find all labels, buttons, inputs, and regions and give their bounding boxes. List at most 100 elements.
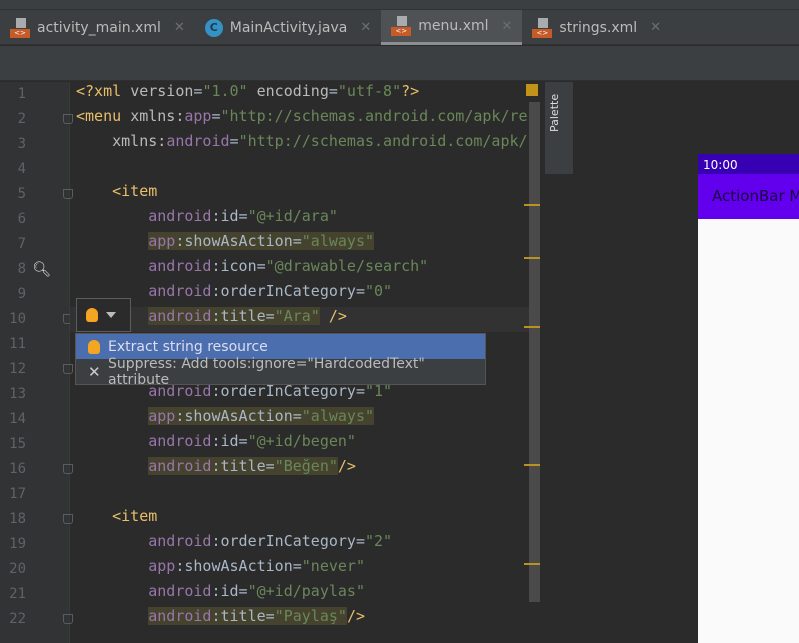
code-token: :title= (211, 307, 275, 325)
code-token: :id= (211, 432, 248, 450)
code-token: xmlns: (130, 107, 185, 125)
code-token: "Paylaş" (274, 607, 347, 625)
code-line: app:showAsAction="always" (76, 232, 375, 257)
warning-marker[interactable] (524, 326, 540, 328)
close-tab-icon[interactable]: ✕ (650, 20, 661, 35)
line-number: 6 (17, 211, 26, 227)
tab-label: activity_main.xml (37, 19, 161, 36)
warning-marker[interactable] (524, 563, 540, 565)
line-number: 9 (17, 286, 26, 302)
code-token: xmlns: (112, 132, 167, 150)
palette-panel-tab[interactable]: Palette (545, 82, 573, 174)
close-tab-icon[interactable]: ✕ (502, 19, 513, 34)
code-token: :orderInCategory= (211, 282, 365, 300)
code-token: <item (112, 507, 158, 525)
code-line: app:showAsAction="always" (76, 407, 375, 432)
warning-indicator-icon[interactable] (526, 84, 538, 96)
tab-mainactivity-java[interactable]: C MainActivity.java ✕ (195, 10, 381, 45)
line-number: 22 (9, 611, 26, 627)
code-token: android (148, 207, 212, 225)
close-tab-icon[interactable]: ✕ (360, 20, 371, 35)
code-token: "http://schemas.android.com/apk/res/andr… (238, 132, 540, 150)
code-token: android (166, 132, 230, 150)
line-number: 3 (17, 136, 26, 152)
code-token: :title= (211, 607, 275, 625)
code-line: <item (76, 182, 157, 207)
intention-label: Suppress: Add tools:ignore="HardcodedTex… (108, 355, 425, 388)
line-number: 13 (9, 386, 26, 402)
intention-actions-popup: Extract string resource ✕ Suppress: Add to… (75, 333, 486, 388)
code-line: app:showAsAction="never" (76, 557, 365, 582)
palette-label: Palette (548, 93, 561, 132)
phone-preview: 10:00 ActionBar M (698, 154, 799, 643)
code-token: :id= (211, 582, 248, 600)
line-number: 8 (17, 261, 26, 277)
close-tab-icon[interactable]: ✕ (174, 20, 185, 35)
tab-activity_main-xml[interactable]: activity_main.xml ✕ (0, 10, 195, 45)
code-token: "always" (301, 407, 375, 425)
line-number: 7 (17, 236, 26, 252)
xml-file-icon (532, 17, 553, 38)
code-token: version (130, 82, 194, 100)
search-drawable-gutter-icon: 🔍︎ (32, 260, 52, 278)
code-token: :showAsAction= (175, 407, 302, 425)
code-token: "http://schemas.android.com/apk/res-auto… (220, 107, 541, 125)
lightbulb-icon (88, 339, 100, 354)
code-token: "utf-8" (337, 82, 402, 100)
code-token: "0" (365, 282, 393, 300)
line-number: 11 (9, 336, 26, 352)
code-token: android (148, 432, 212, 450)
close-icon: ✕ (88, 362, 101, 381)
code-token: "never" (301, 557, 365, 575)
line-number: 17 (9, 486, 26, 502)
warning-marker[interactable] (524, 204, 540, 206)
editor-tabs: activity_main.xml✕CMainActivity.java✕men… (0, 10, 799, 45)
code-token: android (148, 582, 212, 600)
code-line: android:id="@+id/paylas" (76, 582, 365, 607)
warning-marker[interactable] (524, 464, 540, 466)
title-bar (0, 0, 799, 10)
code-token: <item (112, 182, 158, 200)
code-token: app (148, 232, 176, 250)
tab-menu-xml[interactable]: menu.xml ✕ (381, 10, 523, 45)
line-number: 2 (17, 111, 26, 127)
lightbulb-icon (86, 308, 98, 322)
code-token: "2" (365, 532, 393, 550)
tab-strings-xml[interactable]: strings.xml ✕ (522, 10, 671, 45)
code-token: = (211, 107, 221, 125)
line-number: 16 (9, 461, 26, 477)
code-token: :id= (211, 207, 248, 225)
code-line: android:id="@+id/begen" (76, 432, 356, 457)
editor-scrollbar[interactable] (529, 102, 540, 602)
code-token: encoding (256, 82, 329, 100)
code-token: /> (346, 607, 365, 625)
line-number: 10 (9, 311, 26, 327)
intention-bulb-button[interactable] (76, 298, 131, 332)
tab-label: menu.xml (418, 18, 489, 34)
code-token: :icon= (211, 257, 266, 275)
code-token: = (229, 132, 239, 150)
code-token: "@+id/ara" (247, 207, 338, 225)
warning-marker[interactable] (524, 257, 540, 259)
line-number: 18 (9, 511, 26, 527)
xml-file-icon (10, 17, 30, 38)
code-token: <?xml (76, 82, 131, 100)
line-number: 19 (9, 536, 26, 552)
intention-item[interactable]: ✕ Suppress: Add tools:ignore="HardcodedTe… (76, 356, 485, 388)
code-line: <menu xmlns:app="http://schemas.android.… (76, 107, 540, 132)
intention-label: Extract string resource (108, 338, 268, 355)
action-bar: ActionBar M (698, 174, 799, 219)
line-number: 20 (9, 561, 26, 577)
code-token: "always" (301, 232, 375, 250)
